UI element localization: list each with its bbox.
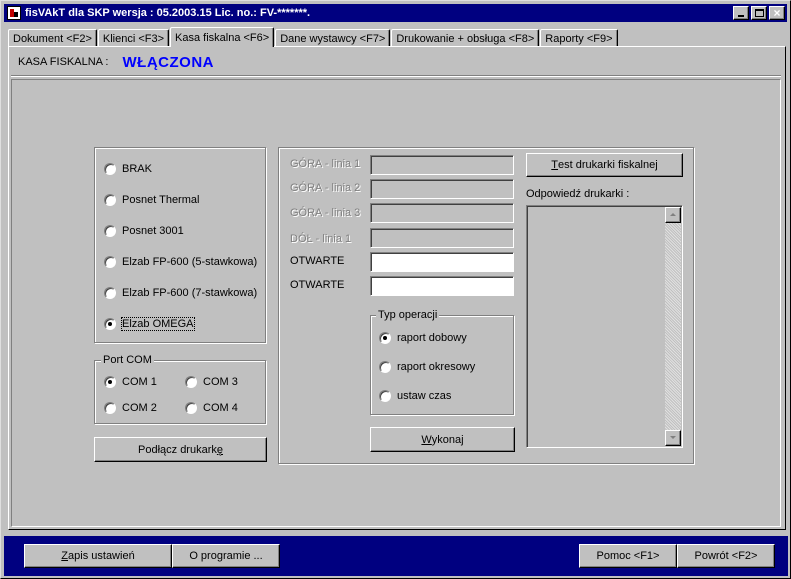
com-option-label: COM 2 [122, 402, 157, 414]
maximize-icon [755, 9, 764, 17]
display-open-line-2-input[interactable] [370, 276, 514, 296]
radio-icon [104, 225, 116, 237]
test-fiscal-printer-button[interactable]: Test drukarki fiskalnej [526, 153, 683, 177]
fiscal-status-value: WŁĄCZONA [122, 53, 214, 71]
radio-checked-icon [104, 318, 116, 330]
radio-icon [104, 163, 116, 175]
execute-label-hotkey: W [421, 433, 432, 446]
help-button[interactable]: Pomoc <F1> [579, 544, 677, 568]
title-bar[interactable]: fisVAkT dla SKP wersja : 05.2003.15 Lic.… [4, 4, 787, 22]
printer-response-box[interactable] [526, 205, 683, 448]
radio-checked-icon [104, 376, 116, 388]
operation-type-title: Typ operacji [376, 308, 440, 322]
radio-icon [104, 402, 116, 414]
display-bottom-line-1-input[interactable] [370, 228, 514, 248]
printer-response-label: Odpowiedź drukarki : [526, 188, 630, 200]
fiscal-status: KASA FISKALNA : WŁĄCZONA [18, 53, 214, 71]
back-button[interactable]: Powrót <F2> [677, 544, 775, 568]
com-option-label: COM 3 [203, 376, 238, 388]
minimize-icon [738, 15, 744, 17]
radio-icon [185, 376, 197, 388]
operation-option-label: raport dobowy [397, 332, 467, 344]
maximize-button[interactable] [751, 6, 767, 20]
com3-option[interactable]: COM 3 [185, 375, 238, 389]
tab-drukowanie-obsluga[interactable]: Drukowanie + obsługa <F8> [391, 29, 540, 47]
display-open-line-1-input[interactable] [370, 252, 514, 272]
operation-option-label: raport okresowy [397, 361, 476, 373]
save-label-rest: apis ustawień [68, 550, 135, 562]
tab-dane-wystawcy[interactable]: Dane wystawcy <F7> [275, 29, 391, 47]
printer-option-label: Elzab OMEGA [121, 317, 195, 331]
connect-printer-button[interactable]: Podłącz drukark ę [94, 437, 267, 462]
execute-button[interactable]: Wykonaj [370, 427, 515, 452]
printer-option-label: Posnet 3001 [122, 225, 184, 237]
display-line-label: GÓRA - linia 1 [290, 158, 361, 170]
radio-icon [379, 390, 391, 402]
tab-klienci[interactable]: Klienci <F3> [97, 29, 170, 47]
printer-option-elzab-fp600-7[interactable]: Elzab FP-600 (7-stawkowa) [104, 286, 257, 300]
app-icon[interactable] [7, 6, 21, 20]
tab-strip: Dokument <F2> Klienci <F3> Kasa fiskalna… [8, 27, 619, 47]
radio-icon [104, 256, 116, 268]
display-line-label: DÓŁ - linia 1 [290, 233, 352, 245]
radio-icon [185, 402, 197, 414]
window-title: fisVAkT dla SKP wersja : 05.2003.15 Lic.… [25, 7, 311, 19]
port-com-title: Port COM [101, 353, 154, 367]
operation-daily-report-option[interactable]: raport dobowy [379, 331, 467, 345]
tab-kasa-fiskalna[interactable]: Kasa fiskalna <F6> [170, 27, 275, 47]
arrow-up-icon [670, 213, 676, 216]
radio-checked-icon [379, 332, 391, 344]
printer-option-posnet-thermal[interactable]: Posnet Thermal [104, 193, 199, 207]
display-line-label: GÓRA - linia 3 [290, 207, 361, 219]
save-label-hotkey: Z [61, 550, 69, 562]
printer-option-label: Elzab FP-600 (7-stawkowa) [122, 287, 258, 299]
printer-option-elzab-fp600-5[interactable]: Elzab FP-600 (5-stawkowa) [104, 255, 257, 269]
radio-icon [104, 194, 116, 206]
radio-icon [379, 361, 391, 373]
window-controls: × [733, 6, 785, 20]
printer-option-posnet-3001[interactable]: Posnet 3001 [104, 224, 184, 238]
display-line-label: OTWARTE [290, 255, 345, 267]
arrow-down-icon [670, 436, 676, 439]
display-line-label: OTWARTE [290, 279, 345, 291]
scroll-up-button[interactable] [665, 207, 681, 223]
com-option-label: COM 1 [122, 376, 157, 388]
display-top-line-3-input[interactable] [370, 203, 514, 223]
printer-option-label: Elzab FP-600 (5-stawkowa) [122, 256, 258, 268]
com1-option[interactable]: COM 1 [104, 375, 157, 389]
display-top-line-2-input[interactable] [370, 179, 514, 199]
com2-option[interactable]: COM 2 [104, 401, 157, 415]
save-settings-button[interactable]: Zapis ustawień [24, 544, 172, 568]
com4-option[interactable]: COM 4 [185, 401, 238, 415]
operation-option-label: ustaw czas [397, 390, 452, 402]
printer-option-elzab-omega[interactable]: Elzab OMEGA [104, 317, 195, 331]
com-option-label: COM 4 [203, 402, 238, 414]
fiscal-status-label: KASA FISKALNA : [18, 56, 109, 68]
close-icon: × [773, 6, 781, 20]
tab-raporty[interactable]: Raporty <F9> [540, 29, 618, 47]
display-line-label: GÓRA - linia 2 [290, 182, 361, 194]
printer-option-brak[interactable]: BRAK [104, 162, 152, 176]
execute-label-rest: ykonaj [431, 433, 464, 446]
printer-option-label: BRAK [122, 163, 152, 175]
response-scrollbar[interactable] [665, 207, 681, 446]
radio-icon [104, 287, 116, 299]
connect-printer-label-prefix: Podłącz drukark [138, 443, 217, 456]
connect-printer-label-hotkey: ę [216, 443, 223, 456]
status-separator [11, 75, 781, 77]
minimize-button[interactable] [733, 6, 749, 20]
footer-bar: Zapis ustawień O programie ... Pomoc <F1… [4, 536, 788, 576]
about-button[interactable]: O programie ... [172, 544, 280, 568]
close-button[interactable]: × [769, 6, 785, 20]
operation-period-report-option[interactable]: raport okresowy [379, 360, 475, 374]
test-label-hotkey: T [551, 159, 559, 171]
printer-option-label: Posnet Thermal [122, 194, 200, 206]
tab-dokument[interactable]: Dokument <F2> [8, 29, 97, 47]
test-label-rest: est drukarki fiskalnej [558, 159, 658, 171]
main-window: fisVAkT dla SKP wersja : 05.2003.15 Lic.… [0, 0, 791, 579]
printer-type-group [94, 147, 266, 343]
scroll-down-button[interactable] [665, 430, 681, 446]
display-top-line-1-input[interactable] [370, 155, 514, 175]
operation-set-time-option[interactable]: ustaw czas [379, 389, 451, 403]
